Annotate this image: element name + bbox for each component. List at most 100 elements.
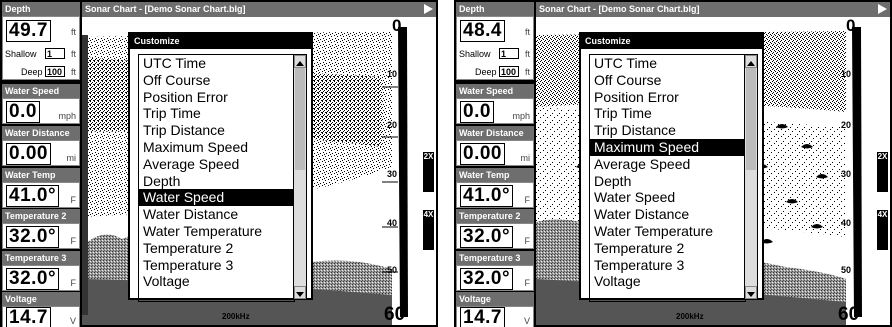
customize-list-item[interactable]: Average Speed [139, 156, 294, 173]
customize-list-item[interactable]: Temperature 3 [590, 257, 745, 274]
temperature2-value: 32.0° [6, 226, 60, 248]
temperature2-box[interactable]: 32.0° F [2, 223, 80, 249]
temperature2-label: Temperature 2 [2, 209, 80, 223]
temperature3-value: 32.0° [6, 268, 60, 290]
depth-value: 48.4 [460, 20, 505, 42]
deep-label: Deep [21, 67, 43, 77]
zoom-2x-button[interactable]: 2X [877, 152, 888, 192]
customize-list-item[interactable]: Temperature 2 [139, 240, 294, 257]
depth-unit: ft [70, 27, 76, 37]
customize-list-item[interactable]: Maximum Speed [590, 138, 745, 156]
customize-list-item[interactable]: Off Course [139, 72, 294, 89]
collapse-arrow-icon[interactable] [878, 4, 887, 14]
customize-list-item[interactable]: UTC Time [590, 55, 745, 72]
temperature3-box[interactable]: 32.0° F [2, 265, 80, 291]
shallow-input[interactable]: 1 [45, 48, 65, 59]
water-temp-box[interactable]: 41.0° F [2, 182, 80, 208]
temperature2-label: Temperature 2 [456, 209, 534, 223]
customize-list-item[interactable]: Water Speed [590, 189, 745, 206]
customize-list[interactable]: UTC Time Off Course Position Error Trip Tim… [589, 54, 746, 302]
zoom-4x-button[interactable]: 4X [877, 210, 888, 250]
scroll-thumb[interactable] [746, 68, 756, 170]
customize-dialog: Customize UTC Time Off Course Position Err… [128, 32, 313, 302]
water-distance-unit: mi [66, 153, 77, 163]
customize-list-item[interactable]: Position Error [139, 89, 294, 106]
water-distance-value: 0.00 [460, 143, 505, 165]
dialog-title: Customize [130, 34, 311, 49]
depth-tick: 50 [841, 265, 852, 275]
temperature2-unit: F [70, 236, 77, 246]
depth-tick: 40 [841, 218, 852, 228]
customize-list-item[interactable]: Average Speed [590, 156, 745, 173]
zoom-4x-button[interactable]: 4X [423, 210, 434, 250]
customize-list-item[interactable]: Depth [590, 173, 745, 190]
water-distance-box[interactable]: 0.00 mi [456, 140, 534, 166]
temperature2-box[interactable]: 32.0° F [456, 223, 534, 249]
scroll-up-arrow-icon[interactable] [745, 55, 757, 68]
voltage-label: Voltage [456, 292, 534, 306]
water-speed-unit: mph [512, 111, 530, 121]
customize-list-item[interactable]: Temperature 3 [139, 257, 294, 274]
depth-scale-bottom: 60 [384, 304, 406, 325]
water-temp-box[interactable]: 41.0° F [456, 182, 534, 208]
depth-scale-top: 0 [392, 16, 402, 35]
voltage-unit: V [523, 316, 530, 326]
temperature3-box[interactable]: 32.0° F [456, 265, 534, 291]
customize-list-item[interactable]: UTC Time [139, 55, 294, 72]
water-speed-box[interactable]: 0.0 mph [2, 98, 80, 124]
window-title: Sonar Chart - [Demo Sonar Chart.blg] [536, 2, 890, 17]
data-sidebar: Depth 48.4 ft Shallow 1 ft Deep 100 ft W… [456, 2, 534, 327]
customize-dialog: Customize UTC Time Off Course Position Err… [579, 32, 764, 302]
deep-unit: ft [524, 67, 530, 77]
scroll-down-arrow-icon[interactable] [294, 286, 306, 299]
shallow-label: Shallow [459, 49, 491, 59]
temperature3-unit: F [70, 278, 77, 288]
depth-tick: 10 [841, 69, 852, 79]
deep-input[interactable]: 100 [499, 66, 519, 77]
customize-list-item[interactable]: Water Distance [139, 206, 294, 223]
depth-tick: 20 [387, 120, 398, 130]
customize-list-item[interactable]: Off Course [590, 72, 745, 89]
customize-list-item[interactable]: Maximum Speed [139, 139, 294, 156]
list-scrollbar[interactable] [744, 54, 758, 300]
shallow-unit: ft [524, 49, 530, 59]
voltage-value: 14.7 [460, 307, 505, 327]
scroll-up-arrow-icon[interactable] [294, 55, 306, 68]
customize-list-item[interactable]: Water Distance [590, 206, 745, 223]
temperature3-unit: F [524, 278, 531, 288]
water-speed-box[interactable]: 0.0 mph [456, 98, 534, 124]
customize-list-item[interactable]: Voltage [590, 273, 745, 290]
customize-list-item[interactable]: Water Temperature [139, 223, 294, 240]
collapse-arrow-icon[interactable] [424, 4, 433, 14]
water-speed-unit: mph [58, 111, 76, 121]
voltage-box[interactable]: 14.7 V [2, 306, 80, 327]
customize-list-item[interactable]: Voltage [139, 273, 294, 290]
shallow-unit: ft [70, 49, 76, 59]
list-scrollbar[interactable] [293, 54, 307, 300]
customize-list-item[interactable]: Trip Distance [139, 122, 294, 139]
customize-list-item[interactable]: Water Speed [139, 189, 294, 207]
customize-list-item[interactable]: Trip Time [139, 105, 294, 122]
voltage-box[interactable]: 14.7 V [456, 306, 534, 327]
depth-tick: 30 [841, 169, 852, 179]
customize-list[interactable]: UTC Time Off Course Position Error Trip Tim… [138, 54, 295, 302]
customize-list-item[interactable]: Trip Distance [590, 122, 745, 139]
water-temp-label: Water Temp [2, 168, 80, 182]
temperature3-value: 32.0° [460, 268, 514, 290]
data-sidebar: Depth 49.7 ft Shallow 1 ft Deep 100 ft W… [2, 2, 80, 327]
customize-list-item[interactable]: Water Temperature [590, 223, 745, 240]
zoom-2x-button[interactable]: 2X [423, 152, 434, 192]
customize-list-item[interactable]: Position Error [590, 89, 745, 106]
depth-tick: 50 [387, 265, 398, 275]
scroll-down-arrow-icon[interactable] [745, 286, 757, 299]
water-distance-box[interactable]: 0.00 mi [2, 140, 80, 166]
scroll-thumb[interactable] [295, 68, 305, 170]
deep-label: Deep [475, 67, 497, 77]
customize-list-item[interactable]: Depth [139, 173, 294, 190]
shallow-input[interactable]: 1 [499, 48, 519, 59]
customize-list-item[interactable]: Temperature 2 [590, 240, 745, 257]
customize-list-item[interactable]: Trip Time [590, 105, 745, 122]
water-temp-unit: F [524, 195, 531, 205]
deep-input[interactable]: 100 [45, 66, 65, 77]
temperature2-value: 32.0° [460, 226, 514, 248]
